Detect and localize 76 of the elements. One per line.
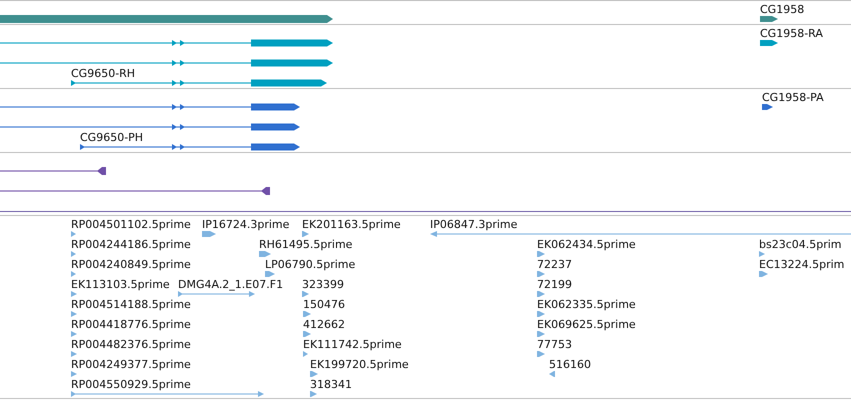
feature-label: bs23c04.5prim: [759, 238, 842, 251]
feature-label: CG1958-PA: [762, 91, 824, 104]
est-feature[interactable]: [310, 371, 318, 377]
feature-label: RP004240849.5prime: [71, 258, 191, 271]
est-feature[interactable]: [259, 251, 271, 257]
est-feature[interactable]: [537, 311, 545, 317]
transcript-feature[interactable]: [80, 144, 300, 150]
transcript-feature[interactable]: [0, 60, 333, 66]
feature-label: EC13224.5prim: [759, 258, 844, 271]
transcript-feature[interactable]: [760, 40, 778, 46]
feature-label: IP06847.3prime: [430, 218, 518, 231]
read-feature[interactable]: [0, 187, 270, 195]
est-feature[interactable]: [71, 271, 76, 277]
feature-label: DMG4A.2_1.E07.F1: [178, 278, 284, 291]
feature-label: 318341: [310, 378, 352, 391]
feature-label: RH61495.5prime: [259, 238, 352, 251]
feature-label: EK199720.5prime: [310, 358, 409, 371]
feature-label: EK201163.5prime: [302, 218, 401, 231]
feature-label: RP004249377.5prime: [71, 358, 191, 371]
feature-label: LP06790.5prime: [265, 258, 356, 271]
feature-label: 72237: [537, 258, 572, 271]
feature-label: CG9650-RH: [71, 67, 136, 80]
est-feature[interactable]: [303, 311, 311, 317]
feature-label: RP004550929.5prime: [71, 378, 191, 391]
feature-label: EK069625.5prime: [537, 318, 636, 331]
feature-label: RP004501102.5prime: [71, 218, 191, 231]
est-feature[interactable]: [71, 231, 76, 237]
gene-feature[interactable]: [760, 16, 778, 22]
est-feature[interactable]: [430, 231, 851, 237]
est-feature[interactable]: [537, 291, 545, 297]
transcript-feature[interactable]: [762, 104, 773, 110]
transcript-feature[interactable]: [0, 40, 333, 46]
est-feature[interactable]: [71, 291, 77, 297]
est-feature[interactable]: [71, 331, 77, 337]
est-feature[interactable]: [759, 251, 765, 257]
feature-label: EK113103.5prime: [71, 278, 170, 291]
feature-label: IP16724.3prime: [202, 218, 290, 231]
feature-label: CG9650-PH: [80, 131, 144, 144]
est-feature[interactable]: [537, 331, 545, 337]
est-feature[interactable]: [537, 351, 545, 357]
feature-label: EK062434.5prime: [537, 238, 636, 251]
est-feature[interactable]: [302, 291, 309, 297]
est-feature[interactable]: [303, 351, 308, 357]
est-feature[interactable]: [759, 271, 768, 277]
est-feature[interactable]: [71, 371, 77, 377]
feature-label: RP004418776.5prime: [71, 318, 191, 331]
est-feature[interactable]: [71, 311, 77, 317]
read-feature[interactable]: [0, 167, 106, 175]
est-feature[interactable]: [549, 371, 555, 377]
feature-label: 412662: [303, 318, 345, 331]
transcript-feature[interactable]: [0, 124, 300, 130]
feature-label: RP004482376.5prime: [71, 338, 191, 351]
transcript-feature[interactable]: [0, 104, 300, 110]
feature-label: 150476: [303, 298, 345, 311]
est-feature[interactable]: [303, 331, 311, 337]
feature-label: 323399: [302, 278, 344, 291]
feature-label: EK111742.5prime: [303, 338, 402, 351]
est-feature[interactable]: [178, 291, 255, 297]
est-feature[interactable]: [302, 231, 309, 237]
est-feature[interactable]: [71, 351, 77, 357]
est-feature[interactable]: [71, 391, 264, 397]
est-feature[interactable]: [265, 271, 275, 277]
est-feature[interactable]: [202, 231, 216, 237]
est-feature[interactable]: [310, 391, 317, 397]
est-feature[interactable]: [71, 251, 76, 257]
est-feature[interactable]: [537, 251, 545, 257]
feature-label: CG1958: [760, 3, 804, 16]
feature-label: EK062335.5prime: [537, 298, 636, 311]
est-feature[interactable]: [537, 271, 545, 277]
feature-label: 516160: [549, 358, 591, 371]
feature-label: CG1958-RA: [760, 27, 823, 40]
transcript-feature[interactable]: [70, 80, 327, 86]
feature-label: RP004244186.5prime: [71, 238, 191, 251]
feature-label: 72199: [537, 278, 572, 291]
feature-label: RP004514188.5prime: [71, 298, 191, 311]
feature-label: 77753: [537, 338, 572, 351]
